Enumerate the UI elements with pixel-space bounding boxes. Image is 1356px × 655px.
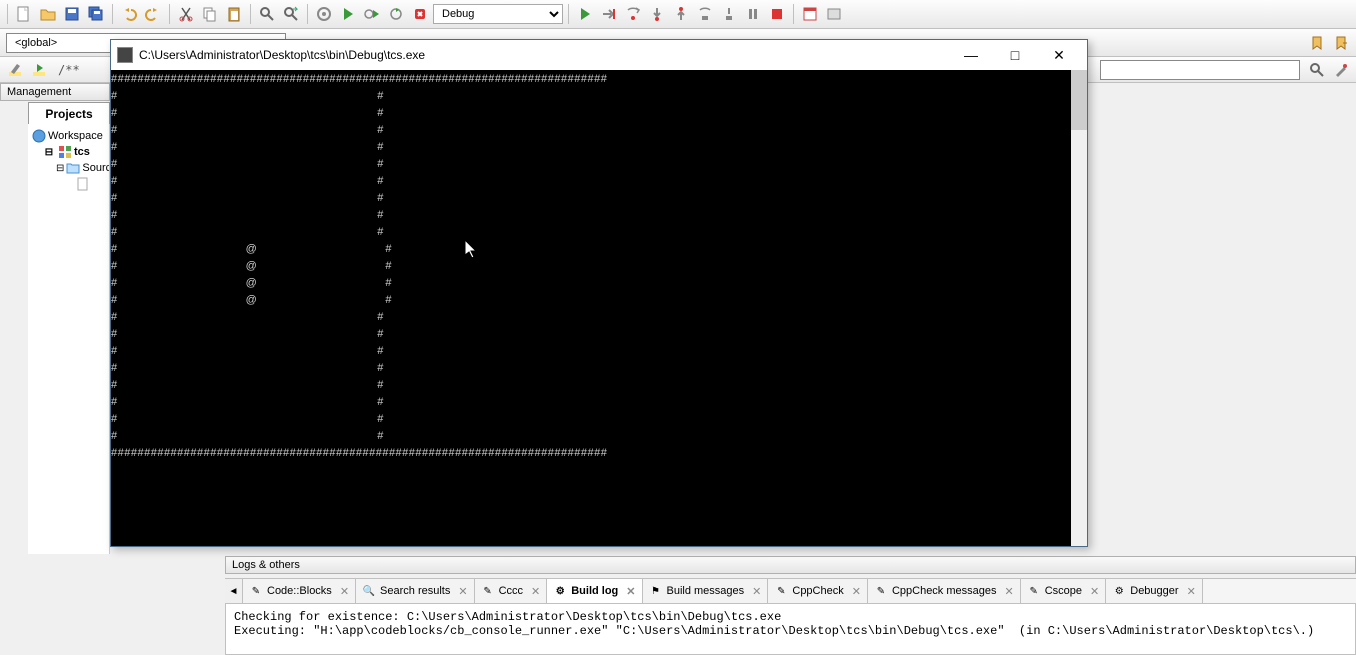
console-window: C:\Users\Administrator\Desktop\tcs\bin\D… (110, 39, 1088, 547)
open-button[interactable] (37, 3, 59, 25)
pencil-icon: ✎ (1027, 584, 1041, 598)
tree-file-row[interactable] (28, 176, 109, 192)
redo-button[interactable] (142, 3, 164, 25)
log-tab-buildlog[interactable]: ⚙Build log✕ (547, 579, 642, 603)
highlight-button[interactable] (4, 59, 26, 81)
step-into-button[interactable] (646, 3, 668, 25)
close-tab-icon[interactable]: ✕ (1005, 585, 1014, 598)
build-target-select[interactable]: Debug (433, 4, 563, 24)
log-tab-search[interactable]: 🔍Search results✕ (356, 579, 475, 603)
close-tab-icon[interactable]: ✕ (458, 585, 467, 598)
new-file-button[interactable] (13, 3, 35, 25)
find-button[interactable] (256, 3, 278, 25)
tree-sources-row[interactable]: ⊟ Sources (28, 160, 109, 176)
debug-continue-button[interactable] (574, 3, 596, 25)
console-titlebar[interactable]: C:\Users\Administrator\Desktop\tcs\bin\D… (111, 40, 1087, 70)
expander-minus-icon[interactable]: ⊟ (56, 161, 64, 175)
bookmark-prev-button[interactable] (1306, 32, 1328, 54)
pencil-icon: ✎ (249, 584, 263, 598)
replace-button[interactable] (280, 3, 302, 25)
workspace-icon (32, 129, 46, 143)
log-tab-cppcheckmsg[interactable]: ✎CppCheck messages✕ (868, 579, 1021, 603)
paste-button[interactable] (223, 3, 245, 25)
pencil-icon: ✎ (481, 584, 495, 598)
bookmark-next-button[interactable] (1330, 32, 1352, 54)
close-tab-icon[interactable]: ✕ (1090, 585, 1099, 598)
run-button[interactable] (337, 3, 359, 25)
save-button[interactable] (61, 3, 83, 25)
minimize-button[interactable]: — (949, 41, 993, 69)
settings-button[interactable] (1330, 59, 1352, 81)
gear-icon: ⚙ (553, 584, 567, 598)
log-tab-cccc[interactable]: ✎Cccc✕ (475, 579, 548, 603)
build-log-output[interactable]: Checking for existence: C:\Users\Adminis… (225, 604, 1356, 655)
close-tab-icon[interactable]: ✕ (626, 585, 635, 598)
next-line-button[interactable] (622, 3, 644, 25)
log-tab-debugger[interactable]: ⚙Debugger✕ (1106, 579, 1203, 603)
build-run-button[interactable] (361, 3, 383, 25)
undo-button[interactable] (118, 3, 140, 25)
copy-button[interactable] (199, 3, 221, 25)
close-tab-icon[interactable]: ✕ (340, 585, 349, 598)
tree-project-label: tcs (74, 146, 90, 158)
close-tab-icon[interactable]: ✕ (531, 585, 540, 598)
logs-tab-prev-button[interactable]: ◄ (225, 579, 243, 603)
close-tab-icon[interactable]: ✕ (752, 585, 761, 598)
tree-workspace-label: Workspace (48, 130, 103, 142)
project-icon (58, 145, 72, 159)
debugging-windows-button[interactable] (799, 3, 821, 25)
console-app-icon (117, 47, 133, 63)
cut-button[interactable] (175, 3, 197, 25)
file-icon (76, 177, 90, 191)
console-title: C:\Users\Administrator\Desktop\tcs\bin\D… (139, 48, 949, 62)
comment-toggle-label: /** (58, 63, 80, 77)
stop-debug-button[interactable] (766, 3, 788, 25)
pencil-icon: ✎ (774, 584, 788, 598)
gear-icon: ⚙ (1112, 584, 1126, 598)
log-tab-cscope[interactable]: ✎Cscope✕ (1021, 579, 1107, 603)
console-scrollbar[interactable] (1071, 70, 1087, 546)
folder-open-icon (66, 161, 80, 175)
console-scrollbar-thumb[interactable] (1071, 70, 1087, 130)
various-info-button[interactable] (823, 3, 845, 25)
tree-workspace-row[interactable]: Workspace (28, 128, 109, 144)
expander-minus-icon[interactable]: ⊟ (42, 145, 56, 159)
projects-tab[interactable]: Projects (28, 102, 110, 124)
break-button[interactable] (742, 3, 764, 25)
build-button[interactable] (313, 3, 335, 25)
tree-project-row[interactable]: ⊟ tcs (28, 144, 109, 160)
log-tab-buildmsg[interactable]: ⚑Build messages✕ (643, 579, 769, 603)
save-all-button[interactable] (85, 3, 107, 25)
step-into-instr-button[interactable] (718, 3, 740, 25)
maximize-button[interactable]: □ (993, 41, 1037, 69)
next-instr-button[interactable] (694, 3, 716, 25)
log-tab-cppcheck[interactable]: ✎CppCheck✕ (768, 579, 868, 603)
close-tab-icon[interactable]: ✕ (852, 585, 861, 598)
tree-sources-label: Sources (82, 162, 110, 174)
search-icon: 🔍 (362, 584, 376, 598)
run-to-cursor-button[interactable] (598, 3, 620, 25)
rebuild-button[interactable] (385, 3, 407, 25)
run-highlight-button[interactable] (28, 59, 50, 81)
flag-icon: ⚑ (649, 584, 663, 598)
project-tree: Workspace ⊟ tcs ⊟ Sources (28, 124, 110, 554)
logs-panel-header: Logs & others (225, 556, 1356, 574)
console-output[interactable]: ########################################… (111, 70, 1087, 546)
step-out-button[interactable] (670, 3, 692, 25)
pencil-icon: ✎ (874, 584, 888, 598)
management-panel-header: Management (0, 83, 110, 101)
isearch-options-button[interactable] (1306, 59, 1328, 81)
isearch-input[interactable] (1100, 60, 1300, 80)
abort-button[interactable] (409, 3, 431, 25)
main-toolbar: Debug (0, 0, 1356, 29)
log-tab-codeblocks[interactable]: ✎Code::Blocks✕ (243, 579, 356, 603)
close-button[interactable]: ✕ (1037, 41, 1081, 69)
logs-tabs: ◄ ✎Code::Blocks✕ 🔍Search results✕ ✎Cccc✕… (225, 578, 1356, 604)
close-tab-icon[interactable]: ✕ (1187, 585, 1196, 598)
